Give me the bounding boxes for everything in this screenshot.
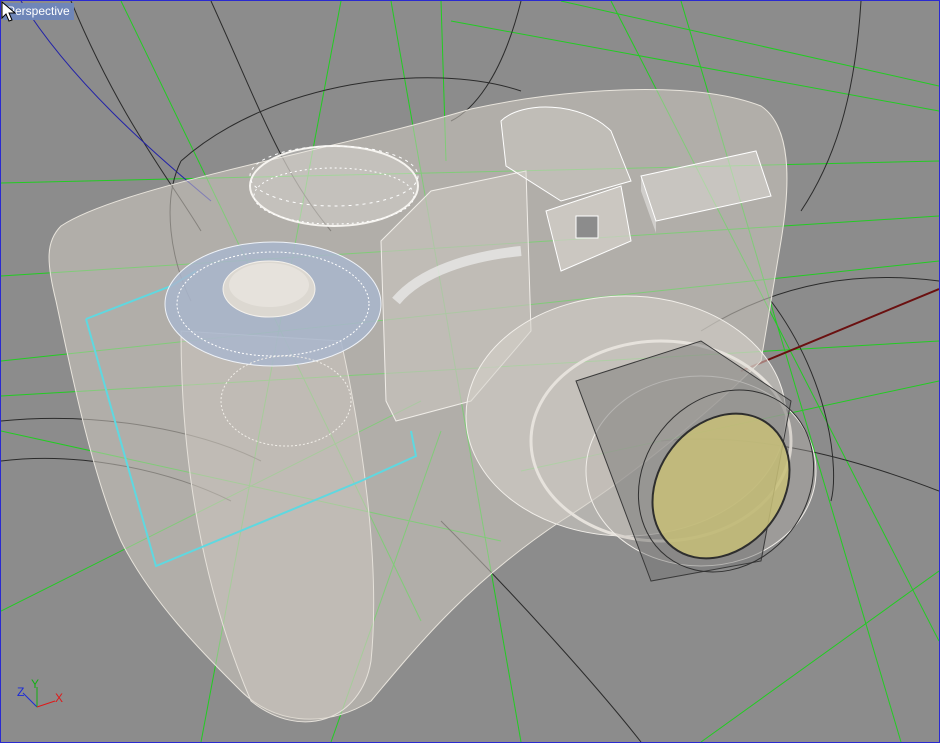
scene-canvas[interactable] bbox=[1, 1, 939, 742]
perspective-viewport[interactable]: Perspective Z Y X bbox=[0, 0, 940, 743]
arrow-cursor-icon bbox=[1, 1, 17, 22]
lens-assembly[interactable] bbox=[465, 295, 850, 607]
shutter-dial-selected[interactable] bbox=[164, 241, 382, 367]
axis-label-x: X bbox=[55, 691, 64, 705]
axis-label-y: Y bbox=[31, 677, 40, 691]
axis-label-z: Z bbox=[17, 685, 25, 699]
axis-tripod: Z Y X bbox=[9, 677, 79, 717]
mode-dial[interactable] bbox=[249, 145, 419, 227]
